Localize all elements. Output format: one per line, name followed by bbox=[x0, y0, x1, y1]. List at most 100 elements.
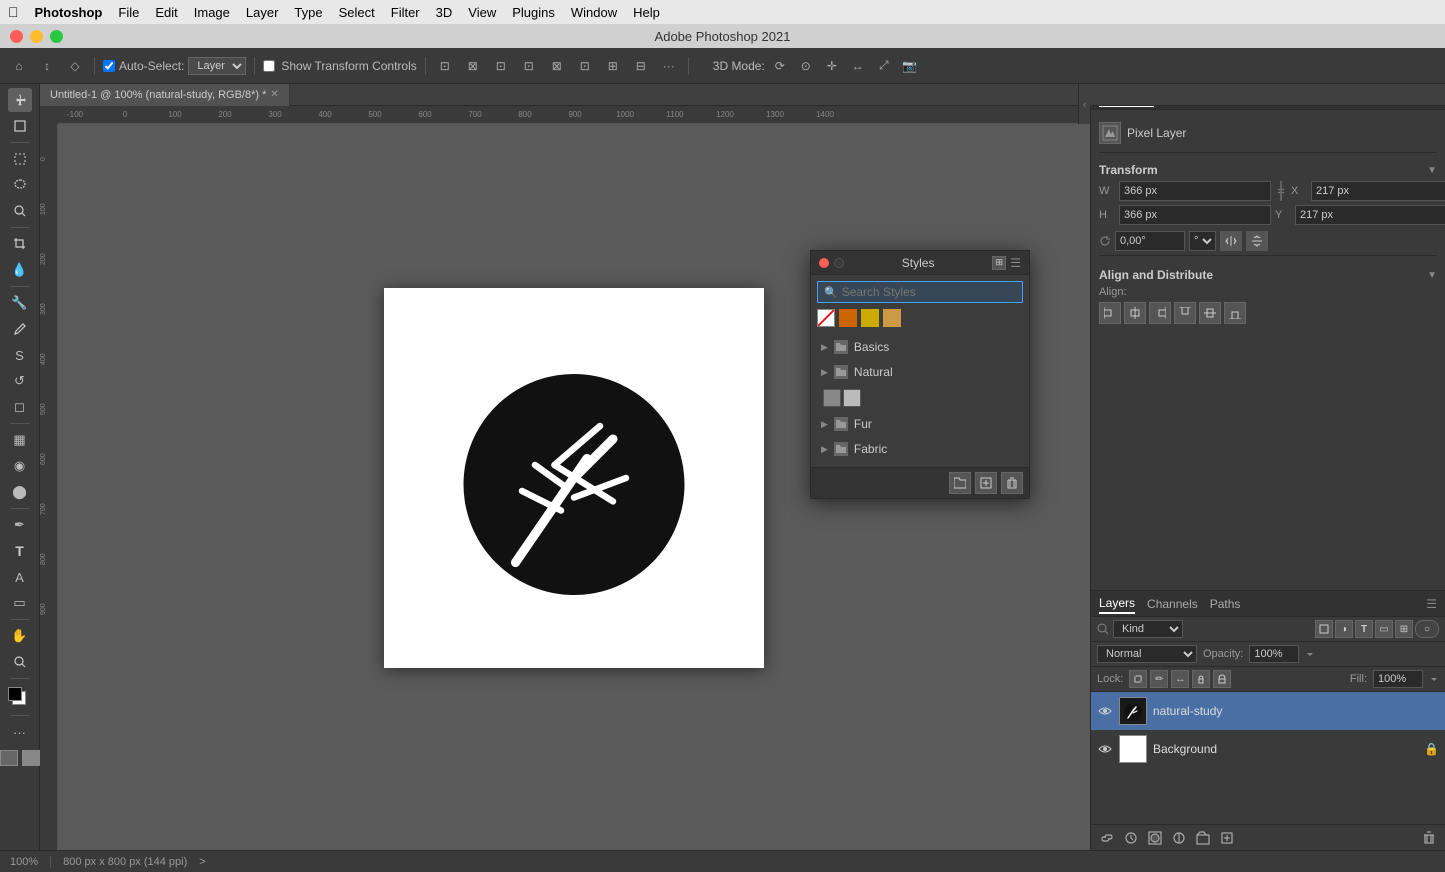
layer-link-button[interactable] bbox=[1097, 828, 1117, 848]
align-v-center[interactable]: ⊠ bbox=[546, 55, 568, 77]
move-tool[interactable] bbox=[8, 88, 32, 112]
blur-tool[interactable]: ◉ bbox=[8, 454, 32, 478]
home-button[interactable]: ⌂ bbox=[8, 55, 30, 77]
more-options[interactable]: ··· bbox=[658, 55, 680, 77]
shape-tool[interactable]: ▭ bbox=[8, 591, 32, 615]
flip-v-button[interactable] bbox=[1246, 231, 1268, 251]
hand-tool[interactable]: ✋ bbox=[8, 624, 32, 648]
align-h-center[interactable]: ⊠ bbox=[462, 55, 484, 77]
eraser-tool[interactable]: ◻ bbox=[8, 395, 32, 419]
3d-camera[interactable]: 📷 bbox=[899, 55, 921, 77]
marquee-tool[interactable] bbox=[8, 147, 32, 171]
show-transform-checkbox[interactable] bbox=[263, 60, 275, 72]
align-center-h[interactable] bbox=[1124, 302, 1146, 324]
menu-3d[interactable]: 3D bbox=[436, 5, 453, 20]
swatch-yellow[interactable] bbox=[861, 309, 879, 327]
artboard-tool[interactable] bbox=[8, 114, 32, 138]
styles-new-folder-btn[interactable] bbox=[949, 472, 971, 494]
styles-expand-btn[interactable]: ⊞ bbox=[992, 256, 1006, 270]
blend-mode-select[interactable]: Normal bbox=[1097, 645, 1197, 663]
width-input[interactable] bbox=[1119, 181, 1271, 201]
styles-collapse-btn[interactable] bbox=[834, 258, 844, 268]
y-input[interactable] bbox=[1295, 205, 1445, 225]
dodge-tool[interactable]: ⬤ bbox=[8, 480, 32, 504]
menu-image[interactable]: Image bbox=[194, 5, 230, 20]
clone-stamp[interactable]: S bbox=[8, 343, 32, 367]
3d-slide[interactable]: ↔ bbox=[847, 55, 869, 77]
align-section-header[interactable]: Align and Distribute ▼ bbox=[1099, 262, 1437, 286]
menu-edit[interactable]: Edit bbox=[155, 5, 177, 20]
swatch-orange[interactable] bbox=[839, 309, 857, 327]
3d-roll[interactable]: ⊙ bbox=[795, 55, 817, 77]
lock-image[interactable]: ✏ bbox=[1150, 670, 1168, 688]
new-group-button[interactable] bbox=[1193, 828, 1213, 848]
transform-section-header[interactable]: Transform ▼ bbox=[1099, 157, 1437, 181]
3d-pan[interactable]: ✛ bbox=[821, 55, 843, 77]
layers-panel-menu[interactable]: ☰ bbox=[1426, 597, 1437, 611]
status-arrow[interactable]: > bbox=[199, 856, 205, 868]
layer-item[interactable]: Background 🔒 bbox=[1091, 730, 1445, 768]
align-center-v[interactable] bbox=[1199, 302, 1221, 324]
quick-select-tool[interactable] bbox=[8, 199, 32, 223]
styles-group-natural[interactable]: ▶ Natural bbox=[817, 360, 1023, 384]
styles-close-btn[interactable] bbox=[819, 258, 829, 268]
lock-position[interactable] bbox=[1192, 670, 1210, 688]
align-left[interactable] bbox=[1099, 302, 1121, 324]
styles-group-fur[interactable]: ▶ Fur bbox=[817, 412, 1023, 436]
adjustment-layer-button[interactable] bbox=[1169, 828, 1189, 848]
tab-layers[interactable]: Layers bbox=[1099, 594, 1135, 614]
filter-pixel[interactable] bbox=[1315, 620, 1333, 638]
menu-type[interactable]: Type bbox=[294, 5, 322, 20]
tool-preset-2[interactable] bbox=[22, 750, 40, 766]
lock-all[interactable] bbox=[1213, 670, 1231, 688]
styles-delete-btn[interactable] bbox=[1001, 472, 1023, 494]
layers-kind-filter[interactable]: Kind bbox=[1113, 620, 1183, 638]
move-tool-options[interactable]: ↕ bbox=[36, 55, 58, 77]
3d-rotate[interactable]: ⟳ bbox=[769, 55, 791, 77]
healing-brush[interactable]: 🔧 bbox=[8, 291, 32, 315]
filter-type[interactable]: T bbox=[1355, 620, 1373, 638]
tab-close-button[interactable]: ✕ bbox=[270, 89, 278, 100]
opacity-input[interactable] bbox=[1249, 645, 1299, 663]
swatch-tan[interactable] bbox=[883, 309, 901, 327]
tool-preset-1[interactable] bbox=[0, 750, 18, 766]
distribute-v[interactable]: ⊟ bbox=[630, 55, 652, 77]
history-brush[interactable]: ↺ bbox=[8, 369, 32, 393]
align-top-edge[interactable]: ⊡ bbox=[518, 55, 540, 77]
zoom-tool[interactable] bbox=[8, 650, 32, 674]
distribute-h[interactable]: ⊞ bbox=[602, 55, 624, 77]
minimize-button[interactable] bbox=[30, 30, 43, 43]
pen-tool[interactable]: ✒ bbox=[8, 513, 32, 537]
rotate-select[interactable]: ° bbox=[1189, 231, 1216, 251]
link-icon[interactable] bbox=[1275, 181, 1287, 201]
align-left-edge[interactable]: ⊡ bbox=[434, 55, 456, 77]
flip-h-button[interactable] bbox=[1220, 231, 1242, 251]
menu-view[interactable]: View bbox=[468, 5, 496, 20]
type-tool[interactable]: T bbox=[8, 539, 32, 563]
tab-channels[interactable]: Channels bbox=[1147, 595, 1198, 613]
crop-tool[interactable] bbox=[8, 232, 32, 256]
delete-layer-button[interactable] bbox=[1419, 828, 1439, 848]
align-bottom[interactable] bbox=[1224, 302, 1246, 324]
layer-visibility-toggle[interactable] bbox=[1097, 703, 1113, 719]
panel-collapse-arrow[interactable]: ‹ bbox=[1078, 84, 1090, 124]
menu-layer[interactable]: Layer bbox=[246, 5, 279, 20]
fill-input[interactable] bbox=[1373, 670, 1423, 688]
style-swatch-1[interactable] bbox=[823, 389, 841, 407]
app-menu[interactable]: Photoshop bbox=[35, 5, 103, 20]
menu-window[interactable]: Window bbox=[571, 5, 617, 20]
autoselect-checkbox[interactable] bbox=[103, 60, 115, 72]
styles-search-box[interactable]: 🔍 bbox=[817, 281, 1023, 303]
filter-toggle[interactable]: ○ bbox=[1415, 620, 1439, 638]
height-input[interactable] bbox=[1119, 205, 1271, 225]
styles-search-input[interactable] bbox=[842, 285, 1016, 299]
tool-options-2[interactable]: ◇ bbox=[64, 55, 86, 77]
menu-plugins[interactable]: Plugins bbox=[512, 5, 555, 20]
close-button[interactable] bbox=[10, 30, 23, 43]
menu-filter[interactable]: Filter bbox=[391, 5, 420, 20]
more-tools[interactable]: ··· bbox=[8, 720, 32, 744]
align-right[interactable] bbox=[1149, 302, 1171, 324]
filter-smart[interactable]: ⊞ bbox=[1395, 620, 1413, 638]
brush-tool[interactable] bbox=[8, 317, 32, 341]
styles-new-style-btn[interactable] bbox=[975, 472, 997, 494]
